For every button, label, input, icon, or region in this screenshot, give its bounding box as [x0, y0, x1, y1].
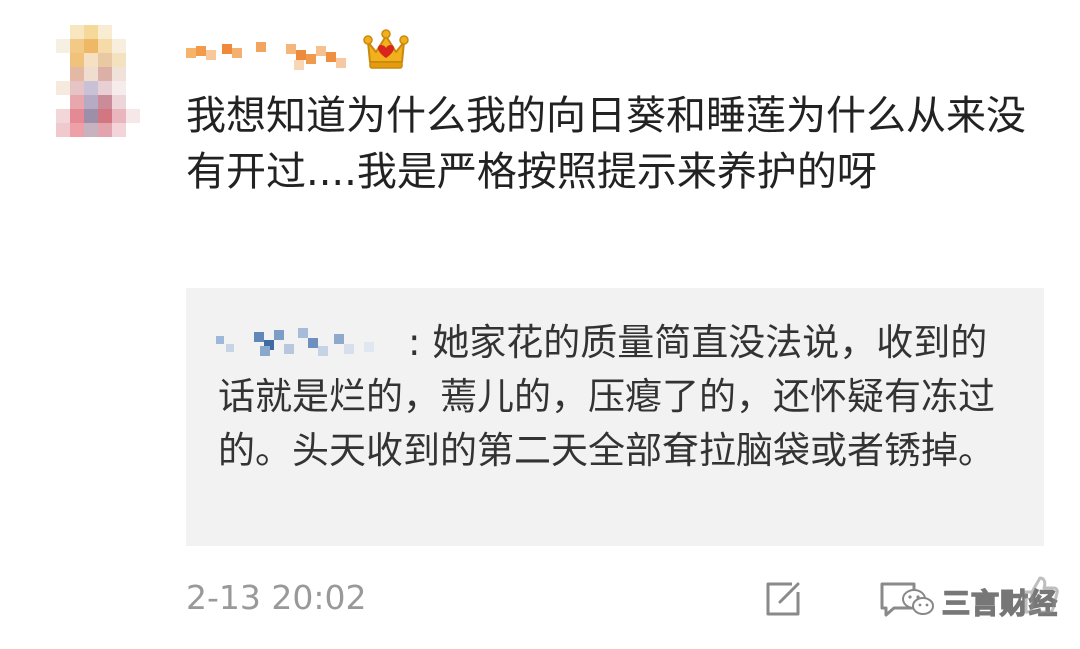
username-blurred-image: [186, 42, 346, 70]
comment-card: 我想知道为什么我的向日葵和睡莲为什么从来没有开过....我是严格按照提示来养护的…: [0, 0, 1080, 649]
quote-text: : 她家花的质量简直没法说，收到的话就是烂的，蔫儿的，压瘪了的，还怀疑有冻过的。…: [218, 321, 995, 472]
like-icon[interactable]: [1020, 574, 1060, 616]
avatar-pixelated-image: [56, 25, 140, 137]
crown-icon[interactable]: [362, 28, 410, 72]
avatar[interactable]: [40, 25, 150, 140]
wechat-logo-icon: [902, 589, 934, 615]
quoted-comment[interactable]: : 她家花的质量简直没法说，收到的话就是烂的，蔫儿的，压瘪了的，还怀疑有冻过的。…: [186, 288, 1044, 546]
reply-icon[interactable]: [762, 578, 804, 620]
username-pixelated[interactable]: [186, 38, 366, 74]
comment-text: 我想知道为什么我的向日葵和睡莲为什么从来没有开过....我是严格按照提示来养护的…: [186, 93, 1026, 195]
timestamp: 2-13 20:02: [186, 578, 367, 617]
